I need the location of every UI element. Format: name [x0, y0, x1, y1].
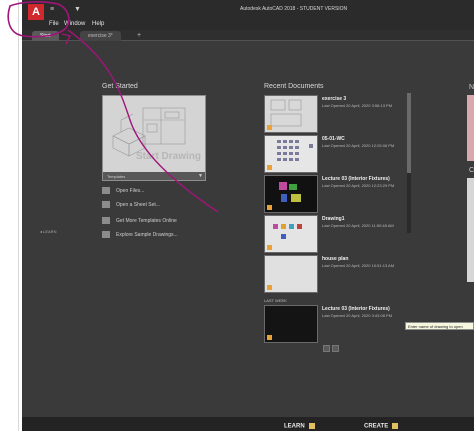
recent-document[interactable]: Lecture 03 (Interior Fixtures) Last Open… [264, 175, 404, 213]
new-tab-button[interactable]: + [135, 31, 143, 40]
screenshot: A ≡ ▼ Autodesk AutoCAD 2018 - STUDENT VE… [0, 0, 474, 431]
tab-start[interactable]: Start [32, 31, 59, 41]
document-name: Lecture 03 (Interior Fixtures) [322, 306, 390, 312]
document-name: Lecture 03 (Interior Fixtures) [322, 176, 390, 182]
learn-page-link[interactable]: LEARN [284, 423, 315, 430]
sample-drawing-icon [102, 231, 110, 238]
open-sheet-set-link[interactable]: Open a Sheet Set... [102, 201, 160, 208]
chevron-down-icon[interactable]: ▼ [74, 6, 81, 13]
last-week-label: LAST WEEK [264, 298, 287, 303]
scrollbar-thumb[interactable] [407, 93, 411, 173]
open-sheet-set-label: Open a Sheet Set... [116, 201, 160, 208]
dwg-file-icon [267, 335, 272, 340]
create-page-link[interactable]: CREATE [364, 423, 399, 430]
open-files-link[interactable]: Open Files... [102, 187, 144, 194]
dwg-file-icon [267, 205, 272, 210]
document-last-opened: Last Opened 20 April, 2020 3:43:08 PM [322, 313, 393, 318]
document-name: exercise 3 [322, 96, 347, 102]
document-thumbnail [264, 175, 318, 213]
dwg-file-icon [267, 165, 272, 170]
document-name: Drawing1 [322, 216, 345, 222]
get-templates-label: Get More Templates Online [116, 217, 177, 224]
document-last-opened: Last Opened 20 April, 2020 11:50:48 AM [322, 223, 394, 228]
menu-window[interactable]: Window [64, 21, 85, 27]
dwg-file-icon [267, 285, 272, 290]
recent-document[interactable]: Lecture 03 (Interior Fixtures) Last Open… [264, 305, 404, 343]
get-started-title: Get Started [102, 83, 138, 90]
get-templates-link[interactable]: Get More Templates Online [102, 217, 177, 224]
file-tabs: Start exercise 3* + [22, 30, 474, 41]
learn-side-link[interactable]: ◂ LEARN [40, 229, 56, 234]
document-thumbnail [264, 95, 318, 133]
connect-panel[interactable] [467, 178, 474, 282]
connect-title: C [469, 167, 474, 174]
tooltip: Enter name of drawing to open [405, 322, 474, 330]
document-thumbnail [264, 135, 318, 173]
dwg-file-icon [267, 125, 272, 130]
recent-document[interactable]: 05-01-WC Last Opened 20 April, 2020 12:2… [264, 135, 404, 173]
document-last-opened: Last Opened 20 April, 2020 12:25:06 PM [322, 143, 395, 148]
recent-document[interactable]: exercise 3 Last Opened 20 April, 2020 3:… [264, 95, 404, 133]
menu-bar: File Window Help [22, 20, 474, 30]
list-view-icon[interactable] [323, 345, 330, 352]
start-drawing-label: Start Drawing [135, 151, 201, 162]
title-bar: A ≡ ▼ Autodesk AutoCAD 2018 - STUDENT VE… [22, 0, 474, 20]
learn-badge-icon [308, 423, 315, 429]
learn-side-label: LEARN [43, 229, 57, 234]
document-thumbnail [264, 255, 318, 293]
application-menu-button[interactable]: A [28, 4, 44, 20]
notifications-title: N [469, 84, 474, 91]
document-last-opened: Last Opened 20 April, 2020 10:51:13 AM [322, 263, 395, 268]
view-toggle-buttons[interactable] [323, 339, 347, 352]
recent-scrollbar[interactable] [407, 93, 411, 233]
dwg-file-icon [267, 245, 272, 250]
explore-samples-label: Explore Sample Drawings... [116, 231, 178, 238]
templates-dropdown[interactable]: Templates ▼ [103, 172, 205, 180]
menu-help[interactable]: Help [92, 21, 104, 27]
open-files-label: Open Files... [116, 187, 145, 194]
grid-view-icon[interactable] [332, 345, 339, 352]
document-thumbnail [264, 215, 318, 253]
sheet-set-icon [102, 201, 110, 208]
notifications-panel[interactable] [467, 95, 474, 161]
recent-document[interactable]: house plan Last Opened 20 April, 2020 10… [264, 255, 404, 293]
folder-icon [102, 187, 110, 194]
create-label: CREATE [364, 423, 389, 430]
templates-label: Templates [107, 174, 126, 179]
learn-label: LEARN [284, 423, 305, 430]
document-last-opened: Last Opened 20 April, 2020 12:23:29 PM [322, 183, 395, 188]
chevron-down-icon: ▼ [198, 173, 203, 179]
document-name: 05-01-WC [322, 136, 345, 142]
quick-access-icon[interactable]: ≡ [50, 6, 54, 13]
template-icon [102, 217, 110, 224]
document-last-opened: Last Opened 20 April, 2020 3:58:13 PM [322, 103, 393, 108]
document-name: house plan [322, 256, 349, 262]
menu-file[interactable]: File [49, 21, 59, 27]
drawing-preview-image [103, 96, 205, 174]
start-page: ◂ LEARN Get Started Start Drawing Templa… [22, 41, 474, 417]
create-badge-icon [392, 423, 399, 429]
recent-document[interactable]: Drawing1 Last Opened 20 April, 2020 11:5… [264, 215, 404, 253]
start-bottom-bar: LEARN CREATE [22, 417, 474, 431]
explore-samples-link[interactable]: Explore Sample Drawings... [102, 231, 178, 238]
tab-exercise-3[interactable]: exercise 3* [80, 31, 121, 41]
window-title: Autodesk AutoCAD 2018 - STUDENT VERSION [240, 6, 348, 12]
recent-documents-title: Recent Documents [264, 83, 324, 90]
start-drawing-card[interactable]: Start Drawing Templates ▼ [102, 95, 206, 181]
autocad-window: A ≡ ▼ Autodesk AutoCAD 2018 - STUDENT VE… [22, 0, 474, 431]
document-thumbnail [264, 305, 318, 343]
